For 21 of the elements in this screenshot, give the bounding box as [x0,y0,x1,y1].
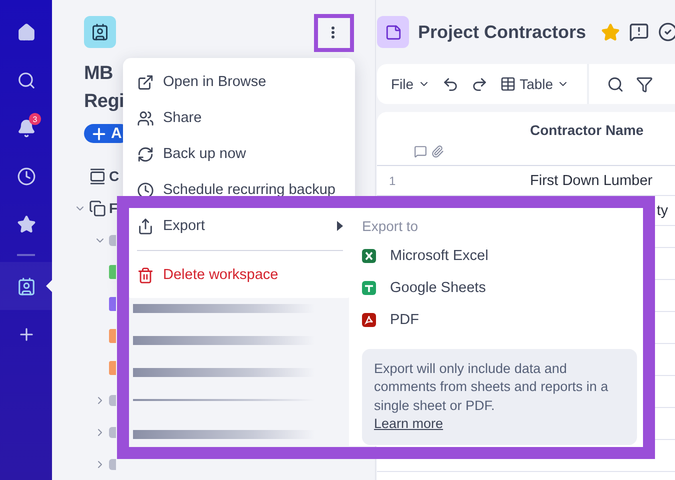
info-text: Export will only include data and comments from sheets and reports in a single sheet or PDF. [374,361,608,413]
notification-badge: 3 [29,113,41,125]
workspace-title: MB Regi [84,62,124,114]
column-header[interactable]: Contractor Name [530,122,644,138]
view-menu[interactable]: Table [500,76,570,92]
file-menu[interactable]: File [391,76,430,92]
tree-item-label[interactable]: C [109,168,120,184]
learn-more-link[interactable]: Learn more [374,414,444,434]
menu-item[interactable]: Export [123,208,355,244]
submenu-heading: Export to [362,218,420,236]
tree-item-label[interactable]: F [109,200,118,216]
row-number: 1 [388,174,397,188]
table-cell-text: ty [656,202,670,218]
menu-item[interactable]: Schedule recurring backup [123,172,355,208]
menu-item[interactable]: Delete workspace [123,257,355,293]
export-option[interactable]: PDF [362,300,637,332]
export-option[interactable]: Microsoft Excel [362,236,637,268]
export-option[interactable]: Google Sheets [362,268,637,300]
menu-item[interactable]: Open in Browse [123,64,355,100]
sheet-title: Project Contractors [418,22,586,42]
table-cell: First Down Lumber [530,172,652,188]
